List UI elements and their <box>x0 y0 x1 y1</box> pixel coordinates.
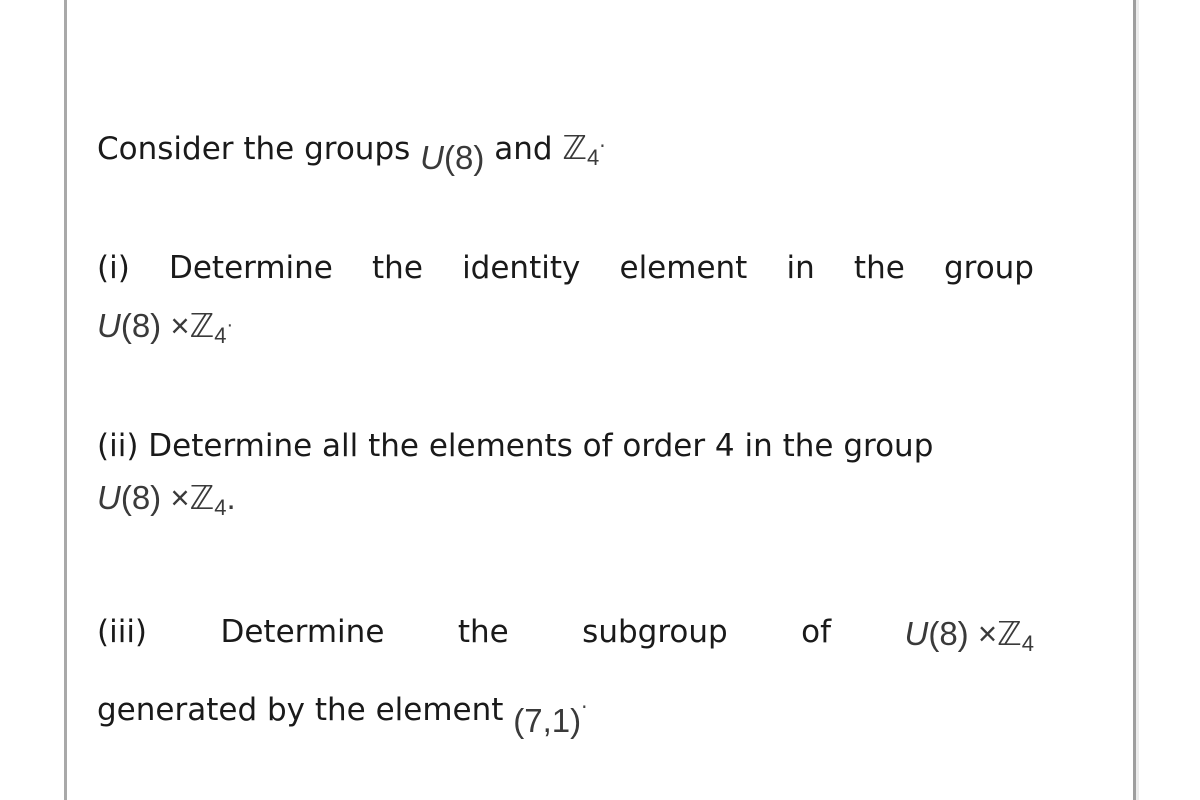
question-i-group: U(8) ×ℤ4· <box>97 306 234 348</box>
question-ii-text: Determine all the elements of order 4 in… <box>148 428 934 464</box>
element-7-1: (7,1) <box>513 702 582 739</box>
question-iii-group: U(8) ×ℤ4 <box>904 614 1034 656</box>
right-border <box>1133 0 1136 800</box>
group-u8: U(8) <box>420 139 485 176</box>
question-ii-label: (ii) <box>97 428 139 464</box>
left-border <box>64 0 67 800</box>
group-z4: ℤ4 <box>562 128 600 170</box>
intro-conj: and <box>494 131 553 167</box>
question-iii-line1: (iii) Determine the subgroup of U(8) ×ℤ4 <box>97 614 1034 656</box>
question-iii-label: (iii) <box>97 614 148 650</box>
question-i-label: (i) <box>97 250 130 286</box>
intro-line: Consider the groups U(8) and ℤ4· <box>97 128 606 176</box>
question-iii-line2: generated by the element (7,1)· <box>97 692 588 739</box>
question-ii-line1: (ii) Determine all the elements of order… <box>97 428 933 464</box>
question-iii-continuation: generated by the element <box>97 692 504 728</box>
question-ii-group: U(8) ×ℤ4. <box>97 478 236 520</box>
intro-text: Consider the groups <box>97 131 411 167</box>
question-i-line1: (i) Determine the identity element in th… <box>97 250 1034 286</box>
